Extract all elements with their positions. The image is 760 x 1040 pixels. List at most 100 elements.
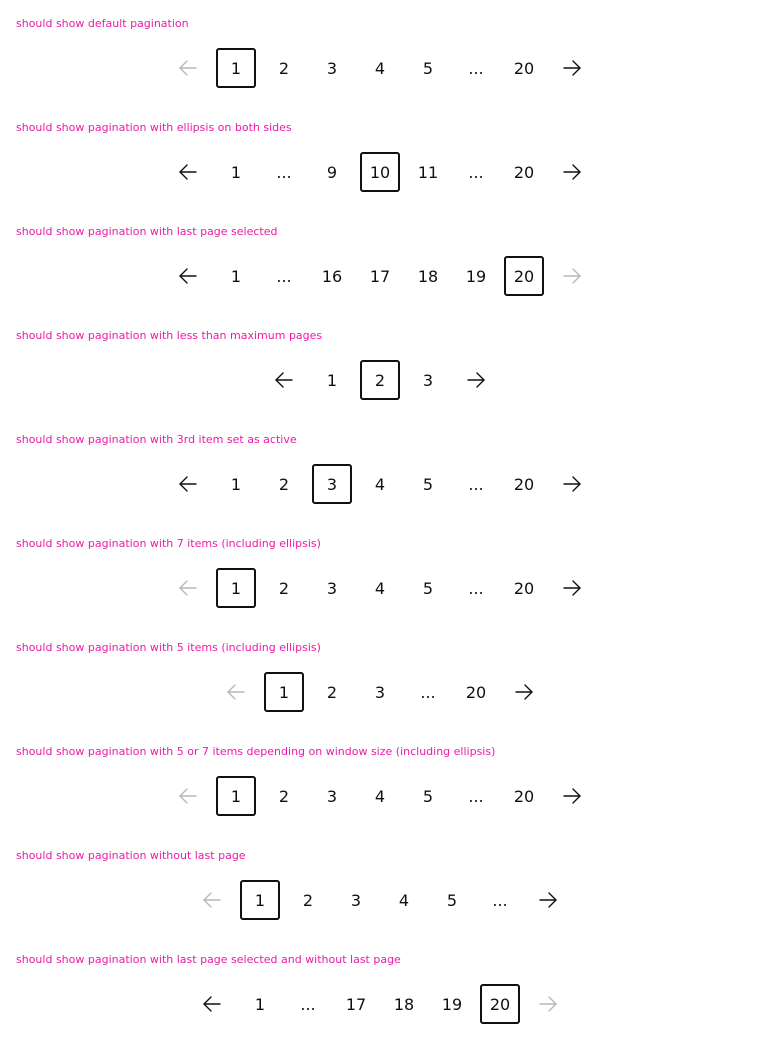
next-page-button[interactable] bbox=[552, 48, 592, 88]
example-caption: should show pagination with less than ma… bbox=[16, 329, 323, 342]
arrow-left-icon bbox=[202, 892, 222, 908]
arrow-right-icon bbox=[562, 60, 582, 76]
arrow-right-icon bbox=[562, 580, 582, 596]
arrow-right-icon bbox=[562, 788, 582, 804]
page-button-current[interactable]: 10 bbox=[360, 152, 400, 192]
example-caption: should show pagination with last page se… bbox=[16, 953, 401, 966]
page-button[interactable]: 5 bbox=[408, 48, 448, 88]
arrow-left-icon bbox=[178, 164, 198, 180]
page-button-current[interactable]: 20 bbox=[504, 256, 544, 296]
page-button[interactable]: 2 bbox=[312, 672, 352, 712]
pagination: 1... 17 18 19 20 bbox=[0, 984, 760, 1024]
page-button[interactable]: 20 bbox=[504, 48, 544, 88]
page-button[interactable]: 17 bbox=[336, 984, 376, 1024]
page-button[interactable]: 20 bbox=[504, 152, 544, 192]
next-page-button bbox=[528, 984, 568, 1024]
next-page-button[interactable] bbox=[504, 672, 544, 712]
page-button[interactable]: 2 bbox=[264, 48, 304, 88]
page-button-current[interactable]: 1 bbox=[216, 568, 256, 608]
page-button[interactable]: 3 bbox=[408, 360, 448, 400]
next-page-button bbox=[552, 256, 592, 296]
page-button[interactable]: 16 bbox=[312, 256, 352, 296]
next-page-button[interactable] bbox=[552, 464, 592, 504]
page-button[interactable]: 3 bbox=[312, 776, 352, 816]
page-button[interactable]: 9 bbox=[312, 152, 352, 192]
arrow-right-icon bbox=[538, 996, 558, 1012]
page-button[interactable]: 1 bbox=[240, 984, 280, 1024]
next-page-button[interactable] bbox=[552, 568, 592, 608]
pagination-example: should show pagination with last page se… bbox=[0, 208, 760, 312]
pagination-ellipsis: ... bbox=[300, 994, 316, 1014]
pagination: 1... 16 17 18 19 20 bbox=[0, 256, 760, 296]
page-button-current[interactable]: 1 bbox=[240, 880, 280, 920]
page-button-current[interactable]: 20 bbox=[480, 984, 520, 1024]
previous-page-button[interactable] bbox=[192, 984, 232, 1024]
pagination: 1 2 3 4 5... 20 bbox=[0, 48, 760, 88]
page-button-current[interactable]: 1 bbox=[216, 48, 256, 88]
page-button[interactable]: 3 bbox=[360, 672, 400, 712]
page-button[interactable]: 4 bbox=[384, 880, 424, 920]
page-button[interactable]: 1 bbox=[216, 152, 256, 192]
page-button[interactable]: 4 bbox=[360, 568, 400, 608]
pagination-example: should show pagination with ellipsis on … bbox=[0, 104, 760, 208]
previous-page-button[interactable] bbox=[168, 256, 208, 296]
pagination-ellipsis: ... bbox=[468, 58, 484, 78]
pagination-example: should show default pagination 1 2 3 4 5... 20 bbox=[0, 0, 760, 104]
page-button[interactable]: 1 bbox=[216, 464, 256, 504]
page-button[interactable]: 5 bbox=[408, 464, 448, 504]
page-button[interactable]: 19 bbox=[432, 984, 472, 1024]
previous-page-button bbox=[168, 776, 208, 816]
page-button[interactable]: 2 bbox=[264, 776, 304, 816]
page-button[interactable]: 4 bbox=[360, 48, 400, 88]
arrow-right-icon bbox=[466, 372, 486, 388]
page-button[interactable]: 4 bbox=[360, 776, 400, 816]
pagination-ellipsis: ... bbox=[468, 162, 484, 182]
page-button[interactable]: 2 bbox=[288, 880, 328, 920]
page-button-current[interactable]: 1 bbox=[264, 672, 304, 712]
next-page-button[interactable] bbox=[552, 152, 592, 192]
arrow-left-icon bbox=[226, 684, 246, 700]
page-button[interactable]: 18 bbox=[408, 256, 448, 296]
page-button[interactable]: 2 bbox=[264, 464, 304, 504]
page-button-current[interactable]: 3 bbox=[312, 464, 352, 504]
page-button[interactable]: 2 bbox=[264, 568, 304, 608]
pagination: 1 2 3 4 5... 20 bbox=[0, 568, 760, 608]
page-button[interactable]: 20 bbox=[504, 776, 544, 816]
arrow-left-icon bbox=[274, 372, 294, 388]
pagination-ellipsis: ... bbox=[420, 682, 436, 702]
previous-page-button[interactable] bbox=[264, 360, 304, 400]
next-page-button[interactable] bbox=[456, 360, 496, 400]
arrow-right-icon bbox=[562, 268, 582, 284]
previous-page-button[interactable] bbox=[168, 464, 208, 504]
page-button[interactable]: 3 bbox=[312, 48, 352, 88]
page-button[interactable]: 1 bbox=[216, 256, 256, 296]
page-button[interactable]: 3 bbox=[312, 568, 352, 608]
page-button[interactable]: 11 bbox=[408, 152, 448, 192]
page-button-current[interactable]: 1 bbox=[216, 776, 256, 816]
pagination-example: should show pagination with last page se… bbox=[0, 936, 760, 1040]
previous-page-button[interactable] bbox=[168, 152, 208, 192]
example-caption: should show pagination with last page se… bbox=[16, 225, 278, 238]
arrow-right-icon bbox=[538, 892, 558, 908]
next-page-button[interactable] bbox=[528, 880, 568, 920]
page-button[interactable]: 5 bbox=[408, 568, 448, 608]
page-button[interactable]: 5 bbox=[432, 880, 472, 920]
previous-page-button bbox=[216, 672, 256, 712]
example-caption: should show default pagination bbox=[16, 17, 189, 30]
page-button[interactable]: 19 bbox=[456, 256, 496, 296]
page-button[interactable]: 4 bbox=[360, 464, 400, 504]
page-button[interactable]: 1 bbox=[312, 360, 352, 400]
arrow-left-icon bbox=[178, 60, 198, 76]
page-button[interactable]: 5 bbox=[408, 776, 448, 816]
page-button[interactable]: 20 bbox=[504, 464, 544, 504]
pagination-example: should show pagination with 7 items (inc… bbox=[0, 520, 760, 624]
page-button[interactable]: 3 bbox=[336, 880, 376, 920]
page-button[interactable]: 20 bbox=[456, 672, 496, 712]
page-button[interactable]: 17 bbox=[360, 256, 400, 296]
page-button[interactable]: 20 bbox=[504, 568, 544, 608]
next-page-button[interactable] bbox=[552, 776, 592, 816]
pagination: 1 2 3 4 5... 20 bbox=[0, 776, 760, 816]
page-button-current[interactable]: 2 bbox=[360, 360, 400, 400]
pagination-example: should show pagination with 5 items (inc… bbox=[0, 624, 760, 728]
page-button[interactable]: 18 bbox=[384, 984, 424, 1024]
